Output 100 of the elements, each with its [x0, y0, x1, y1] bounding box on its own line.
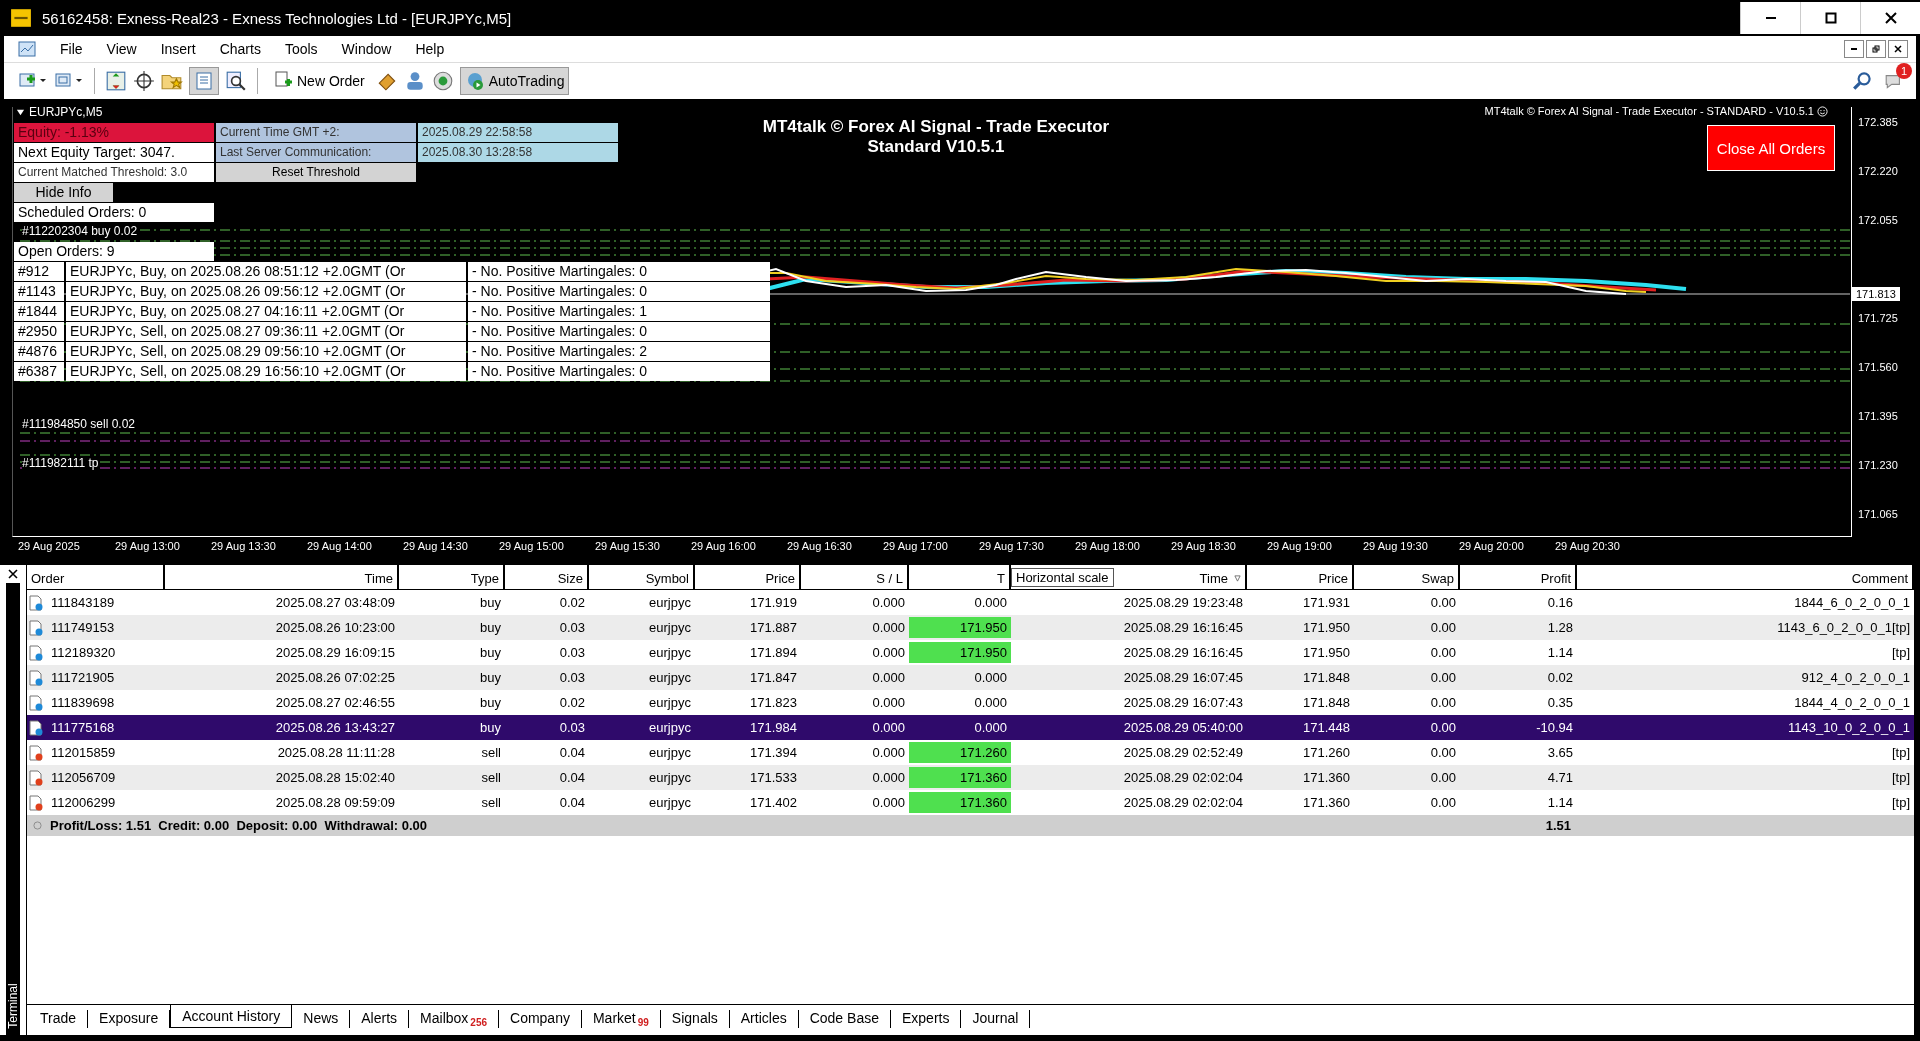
table-cell-text: 0.03	[558, 644, 586, 662]
threshold-label: Current Matched Threshold: 3.0	[14, 163, 214, 182]
history-row[interactable]: 111749153 2025.08.26 10:23:00 buy 0.03 eurjpyc 171.887 0.000 171.950 2025.08.29 16:16:45 171.950 0.00 1.28 1143_6_0_2_0_0_1[tp]	[27, 615, 1914, 640]
history-row[interactable]: 112189320 2025.08.29 16:09:15 buy 0.03 eurjpyc 171.894 0.000 171.950 2025.08.29 16:16:45 171.950 0.00 1.14 [tp]	[27, 640, 1914, 665]
new-order-button[interactable]: New Order	[268, 67, 370, 95]
menu-item[interactable]: File	[48, 41, 95, 57]
close-all-orders-button[interactable]: Close All Orders	[1707, 125, 1835, 171]
column-header[interactable]: Swap	[1354, 565, 1460, 589]
menu-item[interactable]: Charts	[207, 41, 273, 57]
tab[interactable]: Company	[499, 1010, 582, 1028]
history-row[interactable]: 111843189 2025.08.27 03:48:09 buy 0.02 eurjpyc 171.919 0.000 0.000 2025.08.29 19:23:48 171.931 0.00 0.16 1844_6_0_2_0_0_1	[27, 590, 1914, 615]
table-cell-text: 1143_10_0_2_0_0_1	[1787, 719, 1911, 737]
history-row[interactable]: 111775168 2025.08.26 13:43:27 buy 0.03 eurjpyc 171.984 0.000 0.000 2025.08.29 05:40:00 171.448 0.00 -10.94 1143_10_0_2_0_0_1	[27, 715, 1914, 740]
close-button[interactable]	[1888, 40, 1908, 58]
table-cell-text: eurjpyc	[648, 744, 692, 762]
history-row[interactable]: 112056709 2025.08.28 15:02:40 sell 0.04 eurjpyc 171.533 0.000 171.360 2025.08.29 02:02:04 171.360 0.00 4.71 [tp]	[27, 765, 1914, 790]
price-tick: 172.055	[1858, 214, 1898, 226]
chart-title: MT4talk © Forex AI Signal - Trade Executor	[762, 117, 1110, 137]
column-header[interactable]: Order	[27, 565, 165, 589]
tab[interactable]: Account History	[170, 1005, 293, 1028]
zoom-icon[interactable]	[225, 70, 247, 92]
table-cell-text: 0.16	[1546, 594, 1574, 612]
smiley-icon	[1817, 105, 1828, 117]
search-icon[interactable]	[1852, 70, 1874, 92]
table-cell-text: 0.03	[558, 619, 586, 637]
table-cell-text: [tp]	[1890, 644, 1911, 662]
menu-item[interactable]: View	[94, 41, 149, 57]
table-cell-text: -10.94	[1535, 719, 1574, 737]
close-icon[interactable]	[8, 569, 18, 579]
hide-info-button[interactable]: Hide Info	[14, 183, 113, 202]
menu-item[interactable]: Help	[403, 41, 457, 57]
column-header[interactable]: Time	[165, 565, 399, 589]
tab[interactable]: News	[292, 1010, 351, 1028]
menu-item[interactable]: Window	[329, 41, 404, 57]
summary-text: Profit/Loss: 1.51 Credit: 0.00 Deposit: 0.00 Withdrawal: 0.00	[50, 818, 427, 833]
table-cell-text: 2025.08.26 10:23:00	[274, 619, 396, 637]
time-tick: 29 Aug 14:00	[307, 540, 372, 552]
table-cell-text: 1.14	[1546, 794, 1574, 812]
column-header[interactable]: Price	[695, 565, 801, 589]
time-tick: 29 Aug 20:30	[1555, 540, 1620, 552]
column-header[interactable]: Symbol	[589, 565, 695, 589]
time-tick: 29 Aug 15:00	[499, 540, 564, 552]
order-cell: 111749153	[27, 617, 165, 638]
table-cell-text: 0.000	[973, 669, 1008, 687]
navigator-button[interactable]	[189, 67, 219, 95]
maximize-button[interactable]	[1800, 2, 1860, 34]
buy-order-icon	[29, 594, 43, 611]
history-row[interactable]: 112015859 2025.08.28 11:11:28 sell 0.04 eurjpyc 171.394 0.000 171.260 2025.08.29 02:52:49 171.260 0.00 3.65 [tp]	[27, 740, 1914, 765]
menu-item[interactable]: Insert	[148, 41, 208, 57]
table-cell-text: 2025.08.28 09:59:09	[274, 794, 396, 812]
tab[interactable]: Code Base	[798, 1010, 891, 1028]
menu-item[interactable]: Tools	[272, 41, 330, 57]
time-tick: 29 Aug 18:00	[1075, 540, 1140, 552]
table-cell-text: 0.000	[871, 694, 906, 712]
table-cell-text: sell	[480, 744, 502, 762]
martingale-count: - No. Positive Martingales: 1	[468, 302, 770, 321]
reset-threshold-button[interactable]: Reset Threshold	[216, 163, 416, 182]
table-cell-text: 0.00	[1429, 644, 1457, 662]
column-header[interactable]: S / L	[801, 565, 909, 589]
column-header[interactable]: Size	[505, 565, 589, 589]
time-tick: 29 Aug 2025	[18, 540, 80, 552]
martingale-count: - No. Positive Martingales: 0	[468, 322, 770, 341]
column-header[interactable]: Price	[1247, 565, 1354, 589]
restore-button[interactable]	[1866, 40, 1886, 58]
history-row[interactable]: 112006299 2025.08.28 09:59:09 sell 0.04 eurjpyc 171.402 0.000 171.360 2025.08.29 02:02:04 171.360 0.00 1.14 [tp]	[27, 790, 1914, 815]
tab[interactable]: Journal	[961, 1010, 1031, 1028]
column-header[interactable]: Profit	[1460, 565, 1577, 589]
crosshair-icon[interactable]	[133, 70, 155, 92]
time-tick: 29 Aug 13:30	[211, 540, 276, 552]
table-cell-text: 3.65	[1546, 744, 1574, 762]
minimize-icon	[1851, 48, 1857, 50]
server-time-value: 2025.08.30 13:28:58	[418, 143, 618, 162]
column-header[interactable]: Type	[399, 565, 505, 589]
tab[interactable]: Signals	[660, 1010, 730, 1028]
table-cell: 171.950	[909, 617, 1011, 638]
maximize-icon	[1824, 12, 1837, 24]
history-row[interactable]: 111721905 2025.08.26 07:02:25 buy 0.03 eurjpyc 171.847 0.000 0.000 2025.08.29 16:07:45 171.848 0.00 0.02 912_4_0_2_0_0_1	[27, 665, 1914, 690]
table-cell-text: 0.03	[558, 669, 586, 687]
tab[interactable]: Alerts	[350, 1010, 410, 1028]
autotrading-button[interactable]: AutoTrading	[459, 67, 570, 95]
collapse-icon[interactable]	[16, 107, 25, 117]
close-button[interactable]	[1860, 2, 1920, 34]
order-details: EURJPYc, Sell, on 2025.08.27 09:36:11 +2.0GMT (Or	[66, 322, 466, 341]
buy-order-icon	[29, 644, 43, 661]
column-header[interactable]: Comment	[1577, 565, 1914, 589]
table-cell-text: 2025.08.29 02:52:49	[1122, 744, 1244, 762]
tab[interactable]: Trade	[29, 1010, 89, 1028]
table-cell-text: 0.000	[973, 594, 1008, 612]
table-cell-text: eurjpyc	[648, 594, 692, 612]
price-tick: 171.395	[1858, 410, 1898, 422]
equity-target: Next Equity Target: 3047.	[14, 143, 214, 162]
tab[interactable]: Experts	[890, 1010, 962, 1028]
history-row[interactable]: 111839698 2025.08.27 02:46:55 buy 0.02 eurjpyc 171.823 0.000 0.000 2025.08.29 16:07:43 171.848 0.00 0.35 1844_4_0_2_0_0_1	[27, 690, 1914, 715]
tab[interactable]: Mailbox$_{256}$	[409, 1010, 499, 1028]
minimize-button[interactable]	[1844, 40, 1864, 58]
tab[interactable]: Market$_{99}$	[581, 1010, 661, 1028]
tab[interactable]: Articles	[729, 1010, 799, 1028]
time-tick: 29 Aug 16:00	[691, 540, 756, 552]
table-cell-text: eurjpyc	[648, 769, 692, 787]
table-cell-text: 0.00	[1429, 619, 1457, 637]
